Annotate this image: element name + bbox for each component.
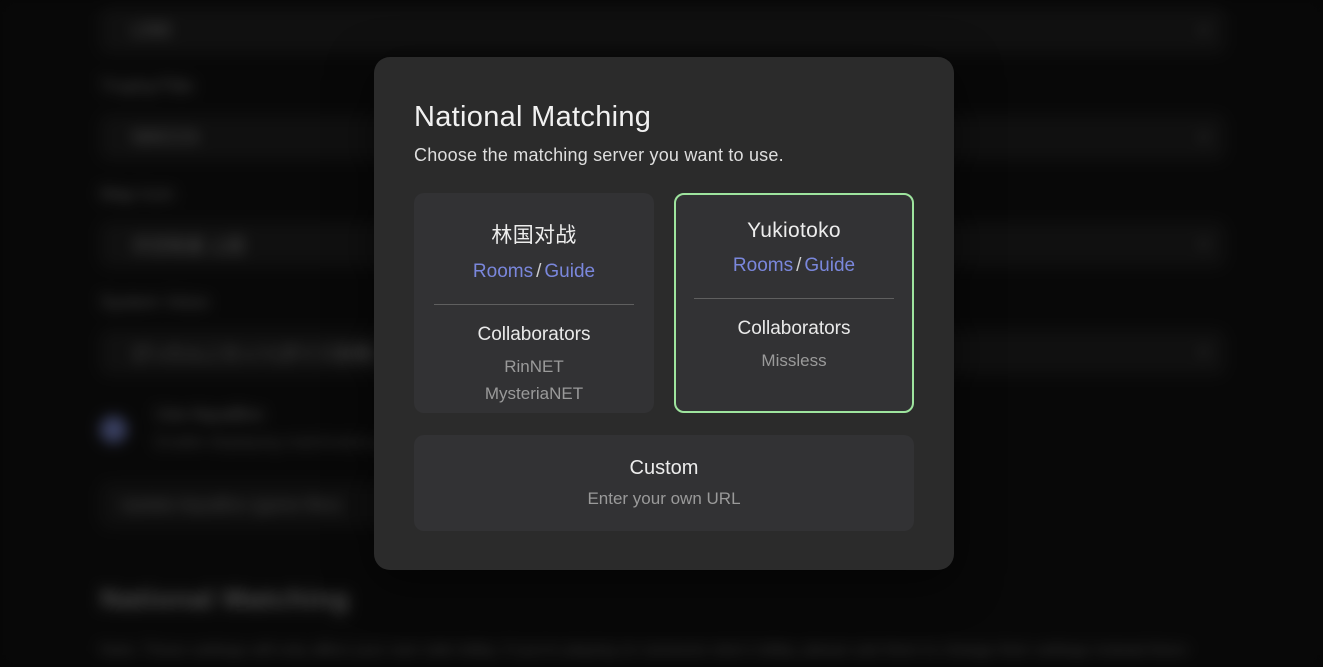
custom-server-card[interactable]: Custom Enter your own URL: [414, 435, 914, 531]
dialog-title: National Matching: [414, 101, 914, 134]
server-links: Rooms/Guide: [733, 255, 855, 277]
rooms-link[interactable]: Rooms: [733, 255, 793, 276]
dialog-subtitle: Choose the matching server you want to u…: [414, 145, 914, 166]
server-links: Rooms/Guide: [473, 261, 595, 283]
server-options-row: 林国对战 Rooms/Guide Collaborators RinNET My…: [414, 193, 914, 413]
server-card-linguo[interactable]: 林国对战 Rooms/Guide Collaborators RinNET My…: [414, 193, 654, 413]
custom-card-title: Custom: [630, 457, 699, 480]
collaborator-item: RinNET: [485, 353, 583, 380]
custom-card-subtitle: Enter your own URL: [587, 489, 740, 509]
link-separator: /: [533, 261, 544, 282]
link-separator: /: [793, 255, 804, 276]
guide-link[interactable]: Guide: [544, 261, 595, 282]
collaborators-list: RinNET MysteriaNET: [485, 353, 583, 407]
collaborator-item: MysteriaNET: [485, 380, 583, 407]
rooms-link[interactable]: Rooms: [473, 261, 533, 282]
guide-link[interactable]: Guide: [804, 255, 855, 276]
collaborators-heading: Collaborators: [478, 324, 591, 346]
collaborators-list: Missless: [761, 347, 826, 374]
collaborator-item: Missless: [761, 347, 826, 374]
national-matching-dialog: National Matching Choose the matching se…: [374, 57, 954, 570]
server-name: Yukiotoko: [747, 219, 841, 243]
card-divider: [694, 298, 894, 299]
server-card-yukiotoko[interactable]: Yukiotoko Rooms/Guide Collaborators Miss…: [674, 193, 914, 413]
screen: LINK ▾ Trophy/Title WACCA ▾ Map Icon 天空街…: [0, 0, 1323, 667]
collaborators-heading: Collaborators: [738, 318, 851, 340]
card-divider: [434, 304, 634, 305]
server-name: 林国对战: [491, 219, 576, 249]
